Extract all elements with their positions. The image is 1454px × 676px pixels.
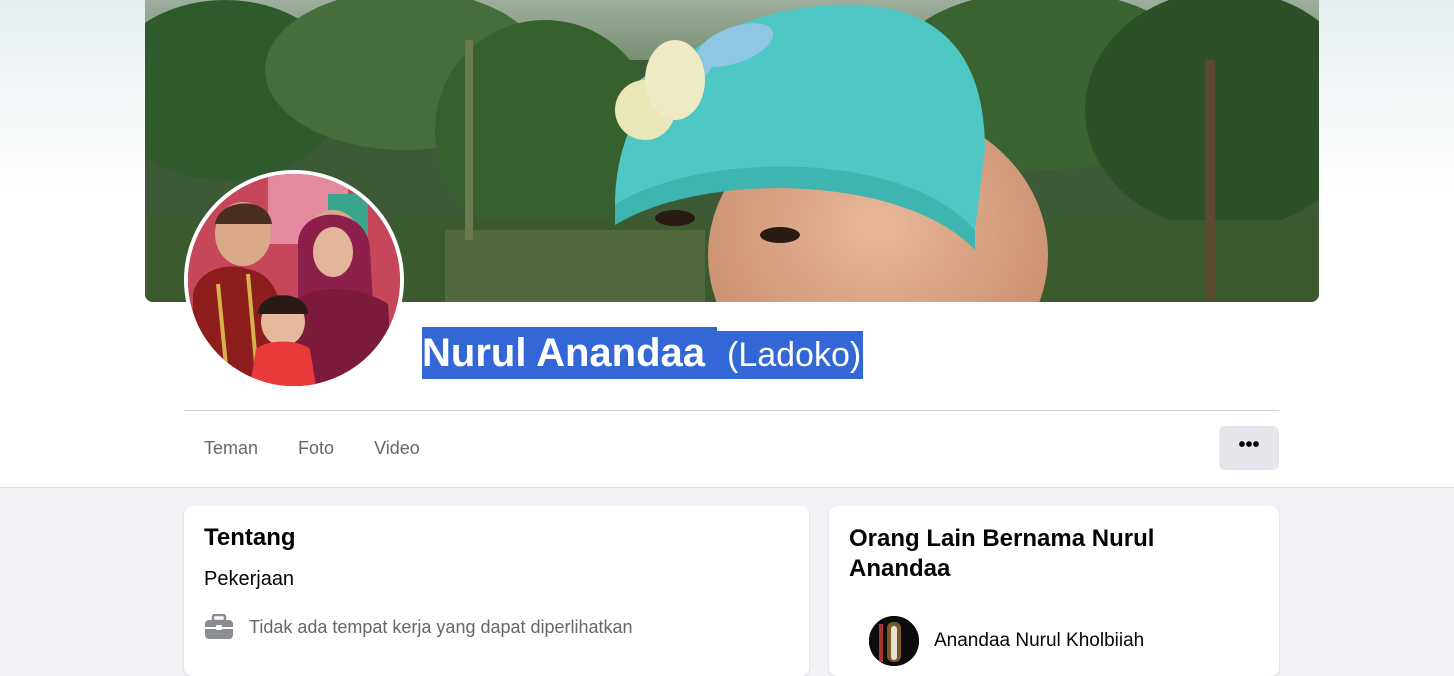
profile-picture[interactable] <box>184 170 404 390</box>
profile-header: Nurul Anandaa (Ladoko) Teman Foto Video … <box>0 0 1454 488</box>
work-text: Tidak ada tempat kerja yang dapat diperl… <box>249 616 633 637</box>
profile-name-main: Nurul Anandaa <box>422 327 717 379</box>
header-divider <box>184 410 1279 411</box>
briefcase-icon <box>205 614 233 639</box>
more-button[interactable]: ••• <box>1219 426 1279 470</box>
profile-tabs: Teman Foto Video <box>184 426 440 470</box>
person-avatar[interactable] <box>869 616 919 666</box>
tab-video[interactable]: Video <box>354 426 440 470</box>
others-card: Orang Lain Bernama Nurul Anandaa Anandaa… <box>829 506 1279 676</box>
profile-alternate-name: (Ladoko) <box>717 331 864 379</box>
tab-teman[interactable]: Teman <box>184 426 278 470</box>
list-item[interactable]: Anandaa Nurul Kholbiiah <box>869 616 1144 666</box>
tab-foto[interactable]: Foto <box>278 426 354 470</box>
about-card: Tentang Pekerjaan Tidak ada tempat kerja… <box>184 506 809 676</box>
work-row: Tidak ada tempat kerja yang dapat diperl… <box>204 614 633 640</box>
about-title: Tentang <box>204 524 296 551</box>
more-dots-icon: ••• <box>1238 434 1260 456</box>
profile-name: Nurul Anandaa (Ladoko) <box>422 327 864 379</box>
person-name[interactable]: Anandaa Nurul Kholbiiah <box>934 630 1144 652</box>
others-title: Orang Lain Bernama Nurul Anandaa <box>849 525 1155 582</box>
work-section-label: Pekerjaan <box>204 568 295 590</box>
avatar <box>188 174 400 386</box>
